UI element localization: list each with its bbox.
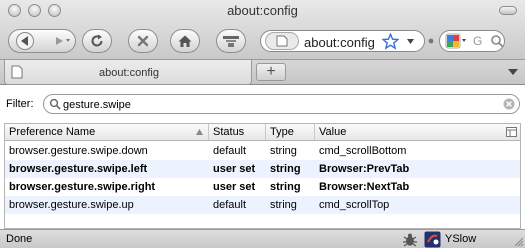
value-cell: Browser:PrevTab [319,163,410,175]
filter-input[interactable] [63,97,483,112]
status-cell: default [213,145,247,157]
reload-icon [91,34,103,47]
column-header-type[interactable]: Type [266,124,315,140]
forward-button[interactable] [53,30,75,52]
bookmarks-button[interactable] [216,29,246,53]
table-header: Preference Name Status Type Value [5,124,520,141]
type-cell: string [270,163,301,175]
preferences-table: Preference Name Status Type Value browse… [4,123,521,229]
google-icon [445,33,466,49]
window-title: about:config [227,3,298,18]
yslow-icon[interactable] [424,231,441,248]
bookmarks-icon [223,36,239,47]
stop-button[interactable] [128,29,158,53]
type-cell: string [270,181,301,193]
yslow-label[interactable]: YSlow [445,233,476,245]
filter-label: Filter: [6,98,34,110]
column-header-preference-name[interactable]: Preference Name [5,124,209,140]
preference-name-cell: browser.gesture.swipe.up [9,199,134,211]
home-button[interactable] [170,29,200,53]
clear-filter-icon[interactable] [503,98,515,110]
value-cell: cmd_scrollBottom [319,145,407,157]
tab-about-config[interactable]: about:config [4,60,252,85]
filter-row: Filter: [0,85,525,123]
new-tab-button[interactable]: + [256,63,286,81]
status-cell: user set [213,163,256,175]
tab-strip: about:config + [0,60,525,85]
back-button[interactable] [9,30,53,52]
bookmark-star-icon[interactable] [382,33,399,50]
page-identity-icon [265,32,299,50]
list-all-tabs-icon[interactable] [506,67,520,79]
column-picker-icon[interactable] [506,127,517,137]
reload-button[interactable] [82,29,112,53]
type-cell: string [270,145,297,157]
magnifier-icon[interactable] [490,34,504,48]
magnifier-icon [49,98,61,110]
toolbar-toggle-button[interactable] [499,6,517,15]
preference-name-cell: browser.gesture.swipe.down [9,145,148,157]
status-cell: default [213,199,247,211]
filter-field[interactable] [43,94,520,114]
sort-arrow-icon [196,129,203,135]
status-text: Done [6,233,33,245]
search-bar[interactable]: G [439,30,505,52]
value-cell: Browser:NextTab [319,181,410,193]
about-config-page: Filter: Preference Name Status [0,85,525,229]
forward-arrow-icon [56,37,70,45]
browser-toolbar: about:config about:config G [0,0,525,60]
status-bar: Done YSlow [0,229,525,248]
search-placeholder: G [473,34,483,48]
stop-icon [137,35,149,47]
search-separator-dot-icon [428,38,434,44]
url-text: about:config [304,35,375,50]
back-forward-group [8,29,76,53]
tab-title: about:config [99,67,159,79]
back-arrow-icon [16,32,34,50]
table-row[interactable]: browser.gesture.swipe.left user set stri… [5,160,520,178]
column-header-value[interactable]: Value [315,124,503,140]
preference-name-cell: browser.gesture.swipe.right [9,181,156,193]
column-header-status[interactable]: Status [209,124,266,140]
resize-grip-icon[interactable] [513,236,524,247]
preference-name-cell: browser.gesture.swipe.left [9,163,148,175]
type-cell: string [270,199,297,211]
url-dropdown-icon[interactable] [406,38,415,45]
value-cell: cmd_scrollTop [319,199,390,211]
firebug-icon[interactable] [402,232,418,247]
home-icon [178,35,192,47]
table-row[interactable]: browser.gesture.swipe.down default strin… [5,142,520,160]
table-row[interactable]: browser.gesture.swipe.up default string … [5,196,520,214]
status-cell: user set [213,181,256,193]
table-row[interactable]: browser.gesture.swipe.right user set str… [5,178,520,196]
url-bar[interactable]: about:config [260,30,425,52]
